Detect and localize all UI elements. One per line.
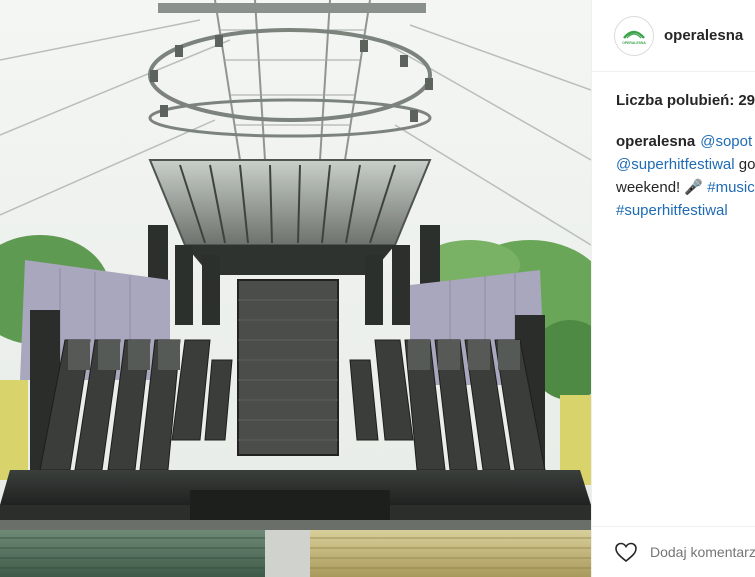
comment-input[interactable] <box>650 544 755 560</box>
likes-count[interactable]: 29 <box>738 92 755 109</box>
logo-text: OPERALESNA <box>622 41 646 45</box>
stage-photo <box>0 0 591 577</box>
avatar[interactable]: OPERALESNA <box>614 15 654 56</box>
caption-text-3: weekend! <box>616 179 685 196</box>
caption-line-2: @superhitfestiwal got <box>616 153 755 176</box>
post-header: OPERALESNA operalesna <box>592 0 755 72</box>
post-photo[interactable] <box>0 0 591 577</box>
post-caption: operalesna@sopot @ @superhitfestiwal got… <box>592 109 755 222</box>
hashtag-music[interactable]: #music <box>707 179 755 196</box>
caption-text-2: got <box>738 156 755 173</box>
microphone-emoji-icon: 🎤 <box>684 179 704 196</box>
caption-author[interactable]: operalesna <box>616 133 695 150</box>
likes-label: Liczba polubień: <box>616 92 735 109</box>
mention-superhitfestiwal[interactable]: @superhitfestiwal <box>616 156 735 173</box>
caption-line-3: weekend! 🎤 #music # <box>616 176 755 199</box>
post-username[interactable]: operalesna <box>664 27 743 44</box>
hashtag-superhitfestiwal[interactable]: #superhitfestiwal <box>616 202 728 219</box>
heart-icon[interactable] <box>614 540 638 564</box>
comment-bar <box>592 526 755 577</box>
caption-line-1: operalesna@sopot @ <box>616 130 755 153</box>
post-side-panel: OPERALESNA operalesna Liczba polubień: 29… <box>591 0 755 577</box>
likes-count-line: Liczba polubień: 29 <box>592 72 755 109</box>
caption-line-4: #superhitfestiwal <box>616 199 755 222</box>
operalesna-logo-icon: OPERALESNA <box>622 30 646 45</box>
mention-sopot[interactable]: @sopot <box>700 133 752 150</box>
